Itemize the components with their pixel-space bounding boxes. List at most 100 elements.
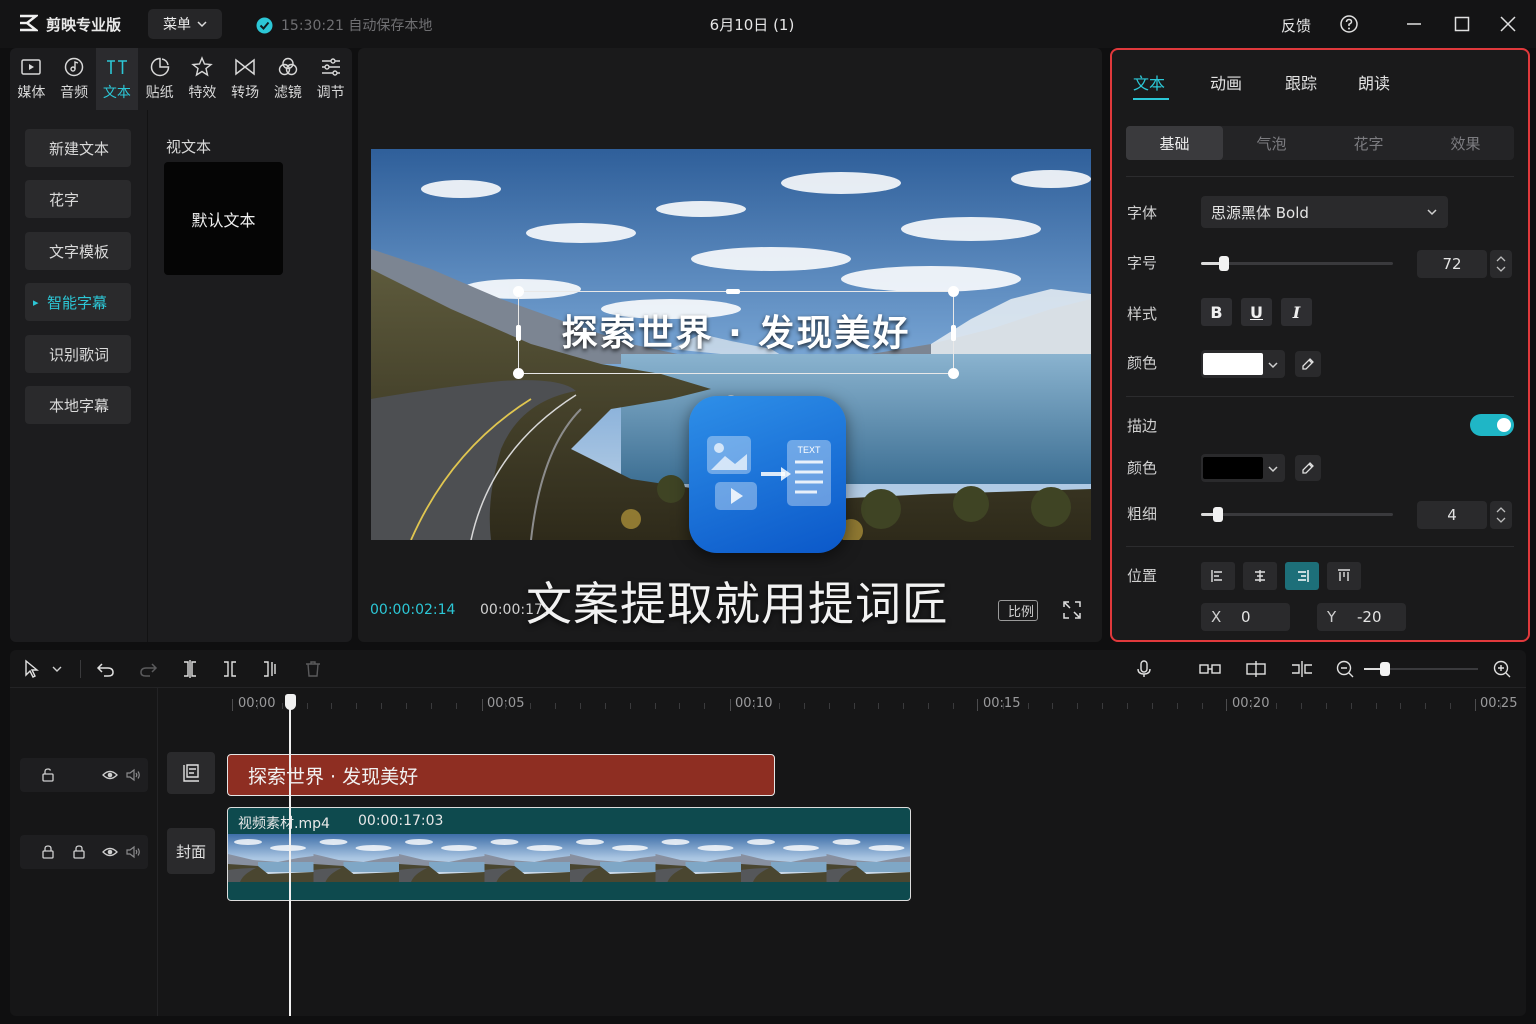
unlock-icon[interactable] bbox=[40, 767, 56, 783]
nav-lyrics-recognition[interactable]: 识别歌词 bbox=[25, 335, 131, 373]
font-select[interactable]: 思源黑体 Bold bbox=[1201, 196, 1448, 228]
feedback-link[interactable]: 反馈 bbox=[1281, 15, 1311, 36]
subtab-basic[interactable]: 基础 bbox=[1126, 126, 1223, 160]
position-x-input[interactable]: X 0 bbox=[1201, 603, 1290, 631]
text-color-dropdown[interactable] bbox=[1201, 350, 1285, 378]
nav-local-caption[interactable]: 本地字幕 bbox=[25, 386, 131, 424]
ruler-label: 00:25 bbox=[1480, 696, 1518, 711]
menu-button[interactable]: 菜单 bbox=[148, 9, 222, 39]
resize-handle-bottom-left[interactable] bbox=[513, 368, 524, 379]
size-input[interactable]: 72 bbox=[1417, 250, 1487, 278]
eye-icon[interactable] bbox=[102, 844, 118, 860]
aspect-ratio-button[interactable]: 比例 bbox=[998, 600, 1038, 621]
italic-button[interactable]: I bbox=[1281, 298, 1312, 326]
maximize-icon[interactable] bbox=[1452, 14, 1472, 34]
text-category-nav: 新建文本 花字 文字模板 智能字幕 识别歌词 本地字幕 bbox=[10, 110, 147, 642]
tab-sticker[interactable]: 贴纸 bbox=[138, 48, 181, 110]
cover-button[interactable]: 封面 bbox=[167, 828, 215, 874]
tab-filter[interactable]: 滤镜 bbox=[267, 48, 310, 110]
timeline-ruler[interactable]: 00:00 00:05 00:10 00:15 00:20 00:25 bbox=[10, 650, 1526, 720]
size-slider[interactable] bbox=[1201, 256, 1393, 271]
tab-tracking[interactable]: 跟踪 bbox=[1285, 70, 1317, 94]
resize-handle-top-left[interactable] bbox=[513, 286, 524, 297]
subtab-bubble[interactable]: 气泡 bbox=[1223, 126, 1320, 160]
ruler-minor-tick bbox=[779, 703, 780, 709]
fullscreen-icon[interactable] bbox=[1062, 600, 1082, 620]
text-clip[interactable]: 探索世界 · 发现美好 bbox=[227, 754, 775, 796]
autosave-status: 15:30:21 自动保存本地 bbox=[256, 15, 432, 35]
color-label: 颜色 bbox=[1127, 354, 1158, 372]
ruler-minor-tick bbox=[953, 703, 954, 709]
default-text-card[interactable]: 默认文本 bbox=[164, 162, 283, 275]
ruler-minor-tick bbox=[257, 703, 258, 709]
lock-icon[interactable] bbox=[71, 844, 87, 860]
current-time: 00:00:02:14 bbox=[370, 602, 456, 618]
text-extract-app-icon: TEXT bbox=[689, 396, 846, 553]
ruler-minor-tick bbox=[1276, 703, 1277, 709]
preview-caption-text: 探索世界 · 发现美好 bbox=[561, 313, 911, 354]
ruler-minor-tick bbox=[1326, 703, 1327, 709]
eyedropper-icon[interactable] bbox=[1295, 351, 1321, 377]
thickness-slider-knob[interactable] bbox=[1213, 507, 1224, 522]
stroke-color-dropdown[interactable] bbox=[1201, 454, 1285, 482]
size-stepper[interactable] bbox=[1490, 250, 1512, 278]
tab-media[interactable]: 媒体 bbox=[10, 48, 53, 110]
ruler-minor-tick bbox=[381, 703, 382, 709]
thickness-slider[interactable] bbox=[1201, 507, 1393, 522]
thickness-stepper[interactable] bbox=[1490, 501, 1512, 529]
tab-effects[interactable]: 特效 bbox=[181, 48, 224, 110]
nav-text-template[interactable]: 文字模板 bbox=[25, 232, 131, 270]
align-right-icon[interactable] bbox=[1285, 562, 1319, 590]
minimize-icon[interactable] bbox=[1404, 14, 1424, 34]
playhead-handle[interactable] bbox=[285, 694, 296, 710]
tab-adjust[interactable]: 调节 bbox=[309, 48, 352, 110]
nav-fancy-text[interactable]: 花字 bbox=[25, 180, 131, 218]
menu-label: 菜单 bbox=[163, 17, 191, 33]
effects-icon bbox=[191, 56, 214, 77]
ruler-minor-tick bbox=[854, 703, 855, 709]
ruler-minor-tick bbox=[804, 703, 805, 709]
subtab-effect[interactable]: 效果 bbox=[1417, 126, 1514, 160]
tab-text[interactable]: 文本 bbox=[95, 48, 139, 110]
eyedropper-icon[interactable] bbox=[1295, 455, 1321, 481]
app-title: 剪映专业版 bbox=[46, 16, 122, 34]
underline-button[interactable]: U bbox=[1241, 298, 1272, 326]
tab-read-aloud[interactable]: 朗读 bbox=[1358, 70, 1390, 94]
playhead[interactable] bbox=[289, 702, 291, 1016]
y-value: -20 bbox=[1357, 608, 1382, 626]
ruler-minor-tick bbox=[1127, 703, 1128, 709]
position-y-input[interactable]: Y -20 bbox=[1317, 603, 1406, 631]
speaker-icon[interactable] bbox=[125, 844, 141, 860]
help-icon[interactable] bbox=[1339, 14, 1359, 34]
video-clip-name: 视频素材.mp4 bbox=[238, 816, 330, 832]
video-clip[interactable]: 视频素材.mp4 00:00:17:03 bbox=[227, 807, 911, 901]
subtab-fancy-text[interactable]: 花字 bbox=[1320, 126, 1417, 160]
resize-handle-top-right[interactable] bbox=[948, 286, 959, 297]
tab-transition[interactable]: 转场 bbox=[224, 48, 267, 110]
align-top-icon[interactable] bbox=[1327, 562, 1361, 590]
chevron-down-icon bbox=[1427, 209, 1437, 216]
lock-icon[interactable] bbox=[40, 844, 56, 860]
ruler-minor-tick bbox=[331, 703, 332, 709]
tab-animation[interactable]: 动画 bbox=[1210, 70, 1242, 94]
resize-handle-top[interactable] bbox=[726, 289, 740, 294]
speaker-icon[interactable] bbox=[125, 767, 141, 783]
size-slider-knob[interactable] bbox=[1219, 256, 1230, 271]
tab-text-properties[interactable]: 文本 bbox=[1133, 70, 1165, 94]
text-icon bbox=[106, 60, 127, 74]
align-center-icon[interactable] bbox=[1243, 562, 1277, 590]
stroke-toggle[interactable] bbox=[1470, 414, 1514, 436]
resize-handle-bottom-right[interactable] bbox=[948, 368, 959, 379]
eye-icon[interactable] bbox=[102, 767, 118, 783]
thickness-input[interactable]: 4 bbox=[1417, 501, 1487, 529]
align-left-icon[interactable] bbox=[1201, 562, 1235, 590]
nav-smart-caption[interactable]: 智能字幕 bbox=[25, 283, 131, 321]
nav-new-text[interactable]: 新建文本 bbox=[25, 129, 131, 167]
svg-text:TEXT: TEXT bbox=[797, 445, 821, 455]
ruler-minor-tick bbox=[1052, 703, 1053, 709]
bold-button[interactable]: B bbox=[1201, 298, 1232, 326]
close-icon[interactable] bbox=[1498, 14, 1518, 34]
tab-audio[interactable]: 音频 bbox=[53, 48, 96, 110]
active-tab-indicator bbox=[1133, 98, 1169, 100]
stepper-arrows-icon bbox=[1496, 256, 1506, 272]
